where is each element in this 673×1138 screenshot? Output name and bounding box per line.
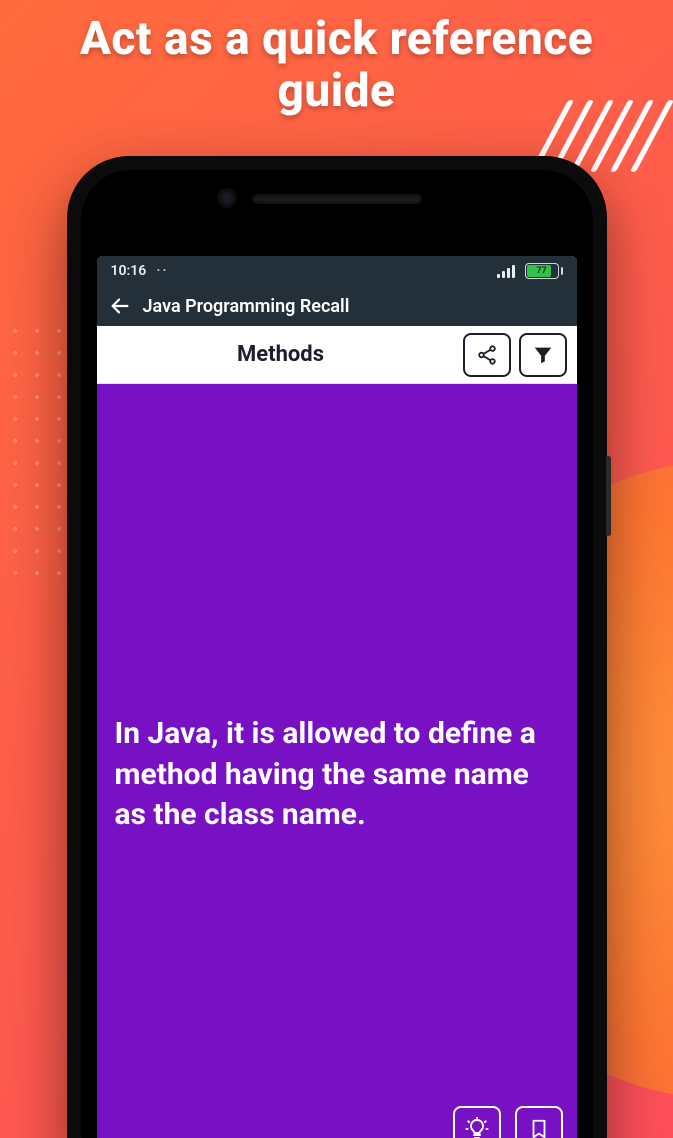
battery-icon: 77 xyxy=(525,263,563,279)
topic-label: Methods xyxy=(107,342,455,367)
phone-speaker xyxy=(252,194,422,204)
promo-stage: Act as a quick reference guide 10:16 ·· xyxy=(0,0,673,1138)
lightbulb-icon xyxy=(465,1117,489,1138)
share-button[interactable] xyxy=(463,333,511,377)
funnel-icon xyxy=(532,344,554,366)
app-title: Java Programming Recall xyxy=(143,296,350,317)
filter-button[interactable] xyxy=(519,333,567,377)
signal-icon xyxy=(497,264,515,278)
flashcard-text: In Java, it is allowed to define a metho… xyxy=(115,714,559,836)
topic-bar: Methods xyxy=(97,326,577,384)
promo-headline: Act as a quick reference guide xyxy=(0,0,673,117)
phone-side-button xyxy=(606,456,611,536)
status-notification-dots: ·· xyxy=(156,263,168,279)
app-screen: 10:16 ·· 77 xyxy=(97,256,577,1138)
status-bar: 10:16 ·· 77 xyxy=(97,256,577,286)
back-button[interactable] xyxy=(109,295,131,317)
bookmark-icon xyxy=(528,1118,550,1138)
phone-frame: 10:16 ·· 77 xyxy=(67,156,607,1138)
app-bar: Java Programming Recall xyxy=(97,286,577,326)
share-icon xyxy=(476,344,498,366)
phone-inner: 10:16 ·· 77 xyxy=(81,170,593,1138)
phone-camera xyxy=(219,190,235,206)
status-time: 10:16 xyxy=(111,263,147,279)
arrow-left-icon xyxy=(109,295,131,317)
battery-percent: 77 xyxy=(526,264,558,278)
hint-button[interactable] xyxy=(453,1106,501,1138)
flashcard[interactable]: In Java, it is allowed to define a metho… xyxy=(97,384,577,1138)
bookmark-button[interactable] xyxy=(515,1106,563,1138)
flashcard-actions xyxy=(453,1106,563,1138)
